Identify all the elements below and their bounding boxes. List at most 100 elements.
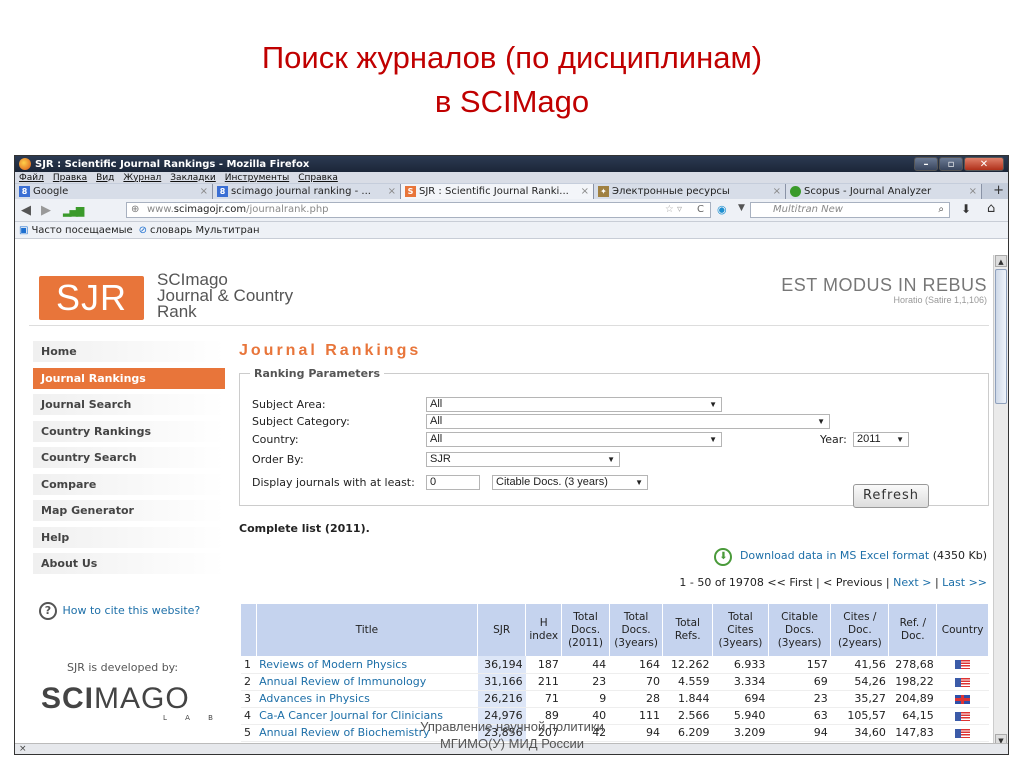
close-icon[interactable]: ✕ bbox=[964, 157, 1004, 171]
window-titlebar[interactable]: SJR : Scientific Journal Rankings - Mozi… bbox=[15, 156, 1008, 172]
scroll-up-icon[interactable]: ▲ bbox=[995, 255, 1007, 267]
tab-bar: 8 Google × 8 scimago journal ranking - .… bbox=[15, 183, 1008, 199]
tab-e-resources[interactable]: ✦ Электронные ресурсы × bbox=[594, 184, 786, 199]
url-bar[interactable]: ⊕ www.scimagojr.com/journalrank.php ☆ ▿ … bbox=[126, 202, 711, 218]
tab-close-icon[interactable]: × bbox=[969, 186, 977, 197]
col-total-docs-header[interactable]: Total Docs. (2011) bbox=[561, 604, 610, 656]
menu-file[interactable]: Файл bbox=[19, 173, 44, 183]
sidebar-item-country-search[interactable]: Country Search bbox=[33, 447, 225, 468]
sidebar: Home Journal Rankings Journal Search Cou… bbox=[33, 341, 225, 580]
total-docs-3y-value: 70 bbox=[609, 673, 663, 691]
sjr-logo[interactable]: SJR bbox=[39, 276, 144, 320]
maximize-icon[interactable]: ▫ bbox=[939, 157, 963, 171]
subject-category-select[interactable]: All ▼ bbox=[426, 414, 830, 429]
tab-sjr[interactable]: S SJR : Scientific Journal Ranki... × bbox=[401, 184, 594, 199]
country-select[interactable]: All ▼ bbox=[426, 432, 722, 447]
chevron-down-icon: ▼ bbox=[635, 478, 643, 487]
tab-label: Scopus - Journal Analyzer bbox=[804, 186, 932, 197]
sidebar-item-about-us[interactable]: About Us bbox=[33, 553, 225, 574]
journal-title-link[interactable]: Annual Review of Immunology bbox=[256, 673, 478, 691]
download-icon[interactable]: ⬇ bbox=[714, 548, 733, 566]
scimago-lab-logo[interactable]: SCIMAGO bbox=[41, 682, 190, 716]
url-domain: scimagojr.com bbox=[173, 204, 247, 215]
col-country-header[interactable]: Country bbox=[936, 604, 989, 656]
min-docs-input[interactable]: 0 bbox=[426, 475, 480, 490]
menu-help[interactable]: Справка bbox=[298, 173, 338, 183]
total-docs-3y-value: 28 bbox=[609, 690, 663, 708]
menu-edit[interactable]: Правка bbox=[53, 173, 87, 183]
tab-close-icon[interactable]: × bbox=[581, 186, 589, 197]
col-h-index-header[interactable]: H index bbox=[525, 604, 563, 656]
tab-label: Google bbox=[33, 186, 69, 197]
last-page-link[interactable]: Last >> bbox=[942, 576, 987, 589]
next-page-link[interactable]: Next > bbox=[893, 576, 931, 589]
col-total-docs-3y-header[interactable]: Total Docs. (3years) bbox=[609, 604, 664, 656]
signal-icon: ▂▄▆ bbox=[63, 203, 84, 217]
search-input[interactable]: Multitran New ⌕ bbox=[750, 202, 950, 218]
search-placeholder: Multitran New bbox=[773, 204, 843, 215]
col-total-cites-header[interactable]: Total Cites (3years) bbox=[712, 604, 769, 656]
menu-history[interactable]: Журнал bbox=[123, 173, 161, 183]
vertical-scrollbar[interactable]: ▲ ▼ bbox=[993, 255, 1008, 746]
menu-tools[interactable]: Инструменты bbox=[225, 173, 289, 183]
download-excel-link[interactable]: Download data in MS Excel format bbox=[740, 549, 929, 562]
menu-bookmarks[interactable]: Закладки bbox=[170, 173, 216, 183]
firefox-icon bbox=[19, 158, 31, 170]
sidebar-item-country-rankings[interactable]: Country Rankings bbox=[33, 420, 225, 442]
col-citable-docs-header[interactable]: Citable Docs. (3years) bbox=[768, 604, 832, 656]
tab-google[interactable]: 8 Google × bbox=[15, 184, 213, 199]
search-icon[interactable]: ⌕ bbox=[938, 203, 944, 217]
docs-type-select[interactable]: Citable Docs. (3 years) ▼ bbox=[492, 475, 648, 490]
scrollbar-thumb[interactable] bbox=[995, 269, 1007, 404]
download-icon[interactable]: ⬇ bbox=[961, 202, 971, 216]
tab-close-icon[interactable]: × bbox=[388, 186, 396, 197]
journal-title-link[interactable]: Advances in Physics bbox=[256, 690, 478, 708]
cite-link[interactable]: ? How to cite this website? bbox=[39, 602, 200, 620]
col-title-header[interactable]: Title bbox=[256, 604, 479, 656]
menu-view[interactable]: Вид bbox=[96, 173, 114, 183]
reload-icon[interactable]: C bbox=[697, 203, 704, 217]
col-total-refs-header[interactable]: Total Refs. bbox=[662, 604, 713, 656]
minimize-icon[interactable]: – bbox=[914, 157, 938, 171]
refresh-button[interactable]: Refresh bbox=[853, 484, 929, 508]
total-docs-value: 9 bbox=[561, 690, 610, 708]
slide-footer: Управление научной политики МГИМО(У) МИД… bbox=[0, 718, 1024, 752]
journal-title-link[interactable]: Reviews of Modern Physics bbox=[256, 656, 478, 674]
total-cites-value: 6.933 bbox=[712, 656, 769, 674]
select-value: SJR bbox=[430, 453, 451, 465]
sidebar-item-home[interactable]: Home bbox=[33, 341, 225, 362]
addon-icon[interactable]: ◉ bbox=[717, 203, 727, 216]
subject-area-select[interactable]: All ▼ bbox=[426, 397, 722, 412]
table-header-row: Title SJR H index Total Docs. (2011) Tot… bbox=[241, 604, 989, 656]
h-index-value: 187 bbox=[525, 656, 562, 674]
forward-icon[interactable]: ▶ bbox=[41, 203, 63, 218]
col-cites-per-doc-header[interactable]: Cites / Doc. (2years) bbox=[830, 604, 890, 656]
tab-scimago-search[interactable]: 8 scimago journal ranking - ... × bbox=[213, 184, 401, 199]
sidebar-item-help[interactable]: Help bbox=[33, 526, 225, 548]
sidebar-item-compare[interactable]: Compare bbox=[33, 473, 225, 495]
chevron-down-icon[interactable]: ▼ bbox=[738, 203, 745, 213]
slide-title-line2: в SCIMago bbox=[434, 84, 590, 119]
back-icon[interactable]: ◀ bbox=[21, 203, 41, 218]
sidebar-item-map-generator[interactable]: Map Generator bbox=[33, 500, 225, 521]
home-icon[interactable]: ⌂ bbox=[987, 201, 995, 216]
subject-category-label: Subject Category: bbox=[252, 415, 350, 428]
download-row: ⬇ Download data in MS Excel format (4350… bbox=[714, 548, 987, 566]
sidebar-item-journal-search[interactable]: Journal Search bbox=[33, 394, 225, 415]
header-divider bbox=[29, 325, 989, 326]
col-sjr-header[interactable]: SJR bbox=[477, 604, 527, 656]
citable-docs-value: 69 bbox=[768, 673, 831, 691]
bookmark-star-icon[interactable]: ☆ ▿ bbox=[665, 203, 682, 217]
new-tab-icon[interactable]: + bbox=[993, 183, 1004, 198]
col-ref-per-doc-header[interactable]: Ref. / Doc. bbox=[888, 604, 938, 656]
brand-line: Rank bbox=[157, 302, 197, 321]
chevron-down-icon: ▼ bbox=[817, 417, 825, 426]
bookmark-multitran[interactable]: словарь Мультитран bbox=[150, 225, 259, 236]
tab-close-icon[interactable]: × bbox=[773, 186, 781, 197]
tab-close-icon[interactable]: × bbox=[200, 186, 208, 197]
order-by-select[interactable]: SJR ▼ bbox=[426, 452, 620, 467]
year-select[interactable]: 2011 ▼ bbox=[853, 432, 909, 447]
tab-scopus[interactable]: Scopus - Journal Analyzer × bbox=[786, 184, 982, 199]
sidebar-item-journal-rankings[interactable]: Journal Rankings bbox=[33, 367, 225, 389]
bookmark-most-visited[interactable]: Часто посещаемые bbox=[31, 225, 132, 236]
